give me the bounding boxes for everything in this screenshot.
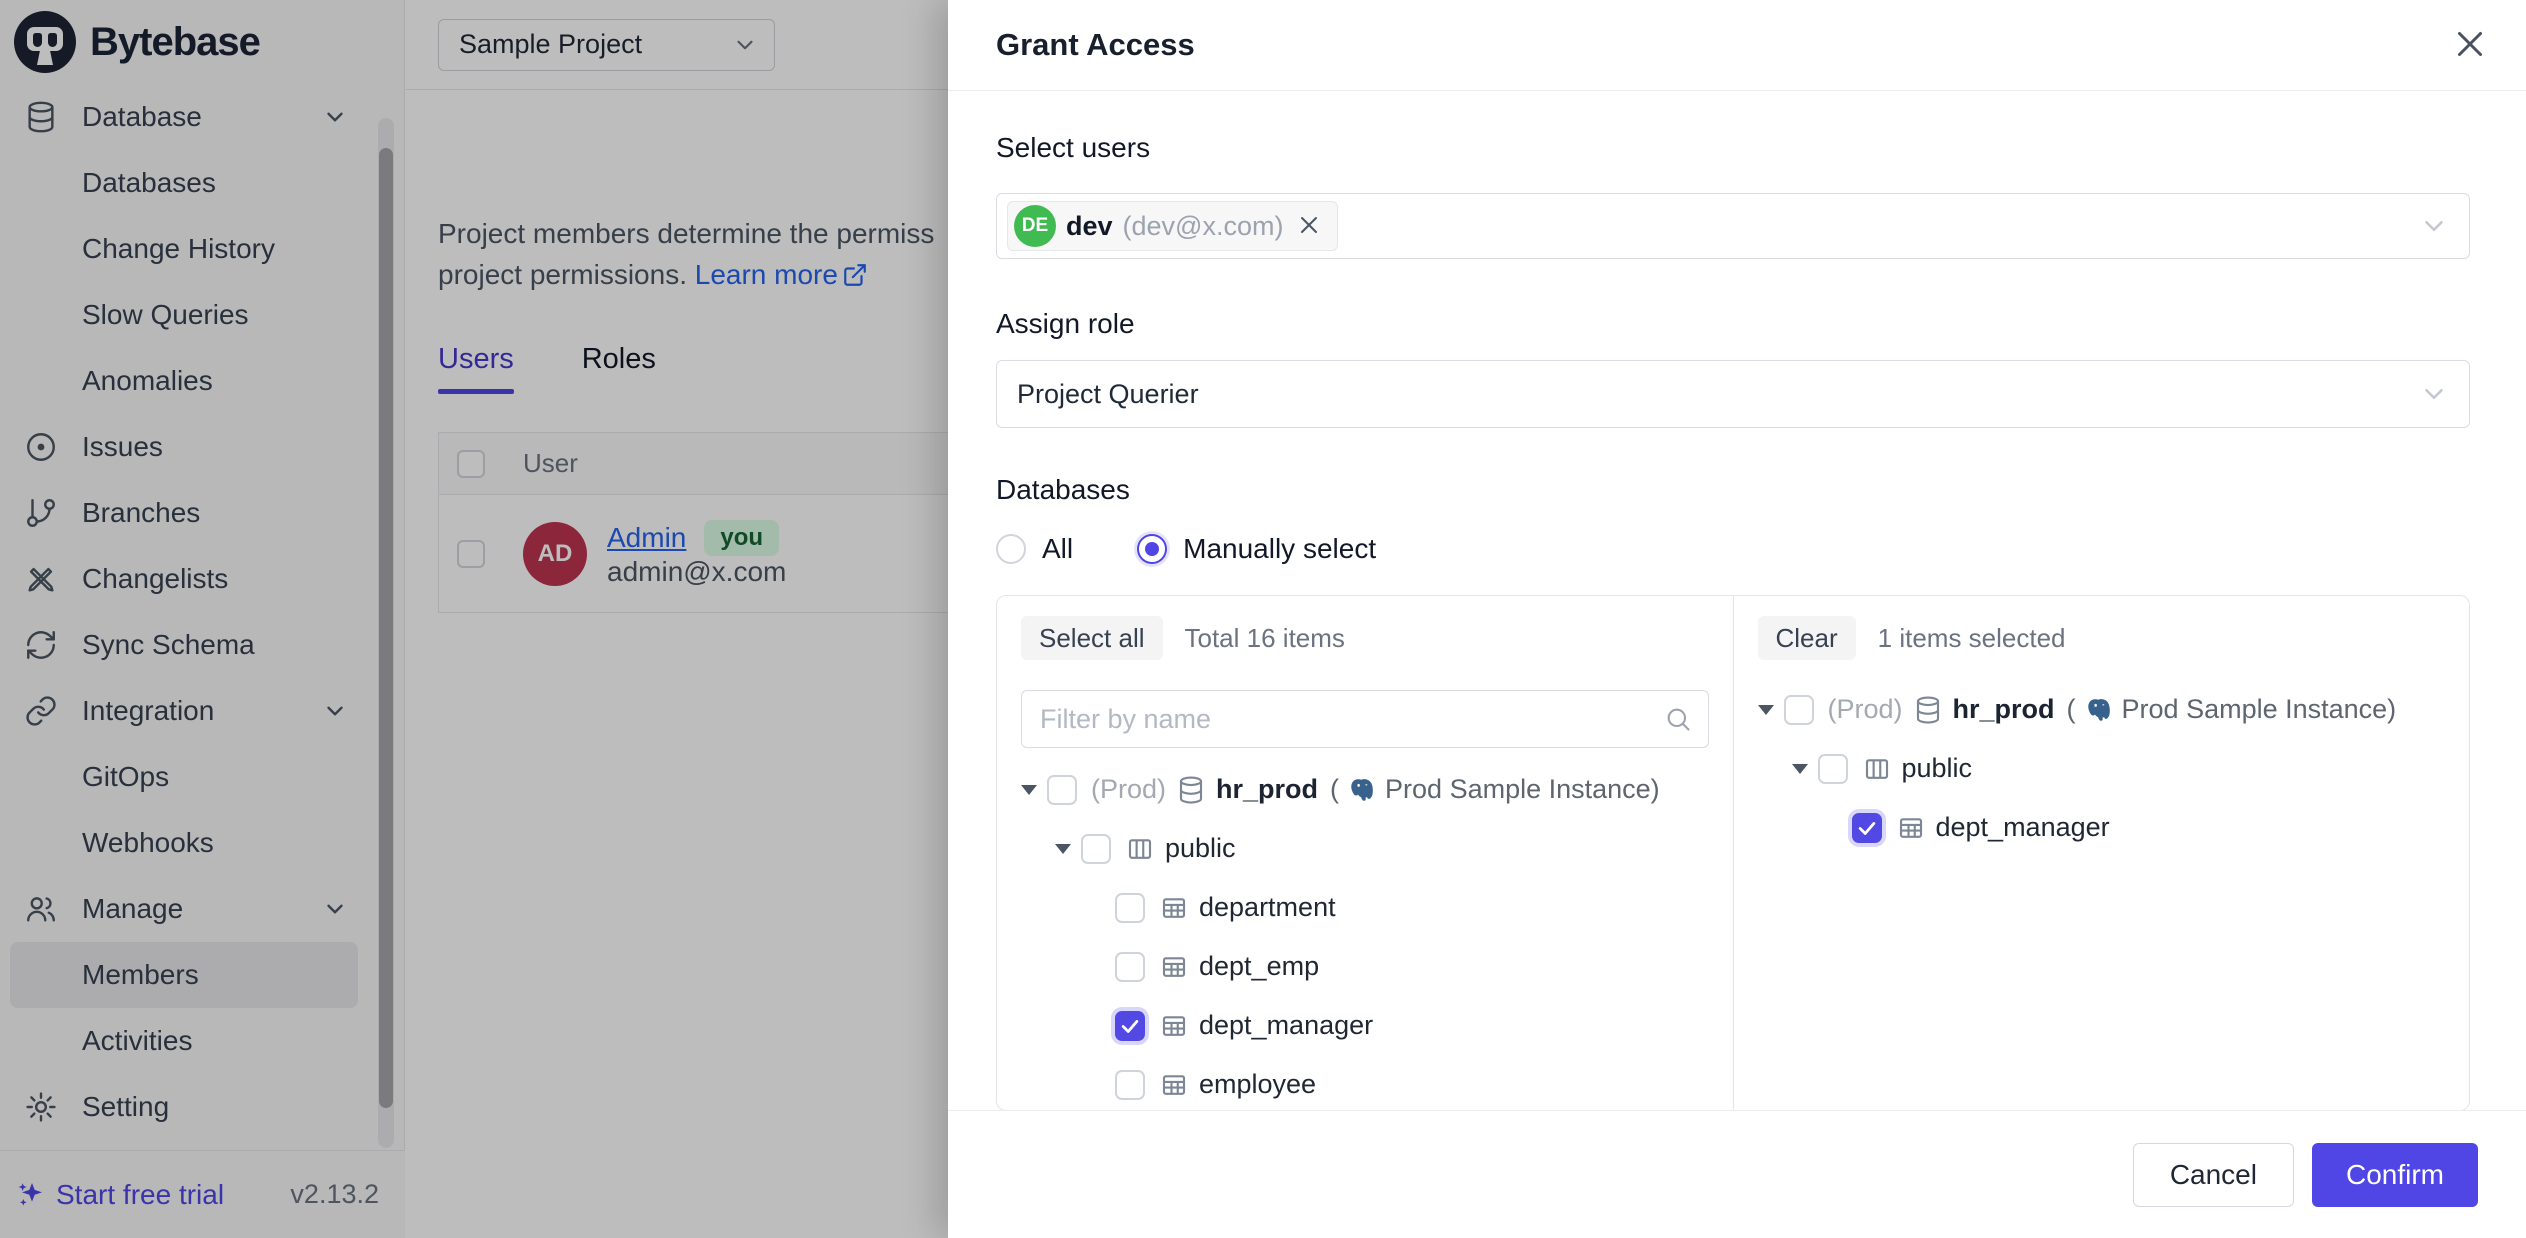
postgresql-icon <box>2084 695 2114 725</box>
caret-down-icon[interactable] <box>1021 785 1047 795</box>
table-icon <box>1159 952 1189 982</box>
assign-role-label: Assign role <box>996 307 2470 341</box>
search-icon <box>1664 705 1692 733</box>
checkbox[interactable] <box>1047 775 1077 805</box>
tree-row-schema[interactable]: public <box>1758 739 2446 798</box>
selected-count-text: 1 items selected <box>1878 623 2066 654</box>
checkbox[interactable] <box>1818 754 1848 784</box>
chevron-down-icon <box>2419 379 2449 409</box>
tree-row-table[interactable]: department <box>1021 878 1709 937</box>
clear-button[interactable]: Clear <box>1758 616 1856 660</box>
table-icon <box>1896 813 1926 843</box>
schema-icon <box>1862 754 1892 784</box>
database-scope-radios: All Manually select <box>996 531 2470 567</box>
total-items-text: Total 16 items <box>1185 623 1345 654</box>
source-tree: (Prod) hr_prod ( Prod Sample Instance) <box>1021 760 1709 1110</box>
caret-down-icon[interactable] <box>1055 844 1081 854</box>
radio-manually-select[interactable] <box>1137 534 1167 564</box>
checkbox[interactable] <box>1081 834 1111 864</box>
table-icon <box>1159 893 1189 923</box>
tree-row-instance[interactable]: (Prod) hr_prod ( Prod Sample Instance) <box>1021 760 1709 819</box>
table-icon <box>1159 1070 1189 1100</box>
tree-row-table[interactable]: dept_manager <box>1758 798 2446 857</box>
selected-tree: (Prod) hr_prod ( Prod Sample Instance) <box>1758 680 2446 857</box>
filter-field[interactable] <box>1021 690 1709 748</box>
selected-user-chip: DE dev (dev@x.com) <box>1007 201 1338 251</box>
caret-down-icon[interactable] <box>1758 705 1784 715</box>
tree-row-table[interactable]: dept_manager <box>1021 996 1709 1055</box>
database-transfer-panel: Select all Total 16 items (Prod) hr_prod <box>996 595 2470 1110</box>
remove-user-icon[interactable] <box>1297 213 1323 239</box>
checkbox-checked[interactable] <box>1115 1011 1145 1041</box>
close-icon[interactable] <box>2450 25 2490 65</box>
caret-down-icon[interactable] <box>1792 764 1818 774</box>
postgresql-icon <box>1347 775 1377 805</box>
drawer-body: Select users DE dev (dev@x.com) Assign r… <box>948 91 2526 1110</box>
checkbox[interactable] <box>1784 695 1814 725</box>
tree-row-schema[interactable]: public <box>1021 819 1709 878</box>
checkbox[interactable] <box>1115 893 1145 923</box>
tree-row-instance[interactable]: (Prod) hr_prod ( Prod Sample Instance) <box>1758 680 2446 739</box>
drawer-footer: Cancel Confirm <box>948 1110 2526 1238</box>
radio-all[interactable] <box>996 534 1026 564</box>
check-icon <box>1856 817 1878 839</box>
chevron-down-icon <box>2419 211 2449 241</box>
select-users-label: Select users <box>996 131 2470 165</box>
database-icon <box>1176 775 1206 805</box>
checkbox-checked[interactable] <box>1852 813 1882 843</box>
drawer-header: Grant Access <box>948 0 2526 91</box>
role-select[interactable]: Project Querier <box>996 360 2470 428</box>
confirm-button[interactable]: Confirm <box>2312 1143 2478 1207</box>
avatar: DE <box>1014 205 1056 247</box>
checkbox[interactable] <box>1115 1070 1145 1100</box>
checkbox[interactable] <box>1115 952 1145 982</box>
schema-icon <box>1125 834 1155 864</box>
databases-label: Databases <box>996 473 2470 507</box>
tree-row-table[interactable]: employee <box>1021 1055 1709 1110</box>
check-icon <box>1119 1015 1141 1037</box>
table-icon <box>1159 1011 1189 1041</box>
grant-access-drawer: Grant Access Select users DE dev (dev@x.… <box>948 0 2526 1238</box>
cancel-button[interactable]: Cancel <box>2133 1143 2294 1207</box>
filter-input[interactable] <box>1040 704 1664 735</box>
source-pane: Select all Total 16 items (Prod) hr_prod <box>997 596 1733 1110</box>
select-all-button[interactable]: Select all <box>1021 616 1163 660</box>
users-multiselect[interactable]: DE dev (dev@x.com) <box>996 193 2470 259</box>
selected-pane: Clear 1 items selected (Prod) hr_prod ( … <box>1734 596 2470 1110</box>
database-icon <box>1913 695 1943 725</box>
tree-row-table[interactable]: dept_emp <box>1021 937 1709 996</box>
drawer-title: Grant Access <box>996 27 1195 63</box>
